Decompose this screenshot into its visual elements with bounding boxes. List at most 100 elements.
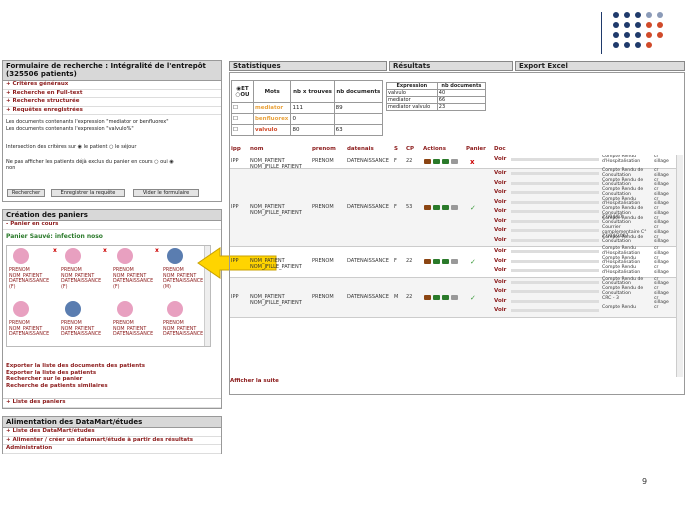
col-expression: Expression xyxy=(386,82,438,90)
doc-icon[interactable] xyxy=(424,294,431,300)
link-requetes[interactable]: + Requêtes enregistrées xyxy=(3,107,221,115)
current-basket-link[interactable]: - Panier en cours xyxy=(3,221,221,230)
patient-card[interactable]: PRENOM NOM_PATIENT DATENAISSANCE xyxy=(113,321,153,338)
patient-card[interactable]: PRENOM NOM_PATIENT DATENAISSANCE xyxy=(163,321,203,338)
remove-patient-icon[interactable]: x xyxy=(53,247,57,254)
basket-list-link[interactable]: + Liste des paniers xyxy=(3,398,221,408)
patient-card[interactable]: PRENOM NOM_PATIENT DATENAISSANCE (F) xyxy=(61,268,101,290)
link-structuree[interactable]: + Recherche structurée xyxy=(3,98,221,107)
patient-male-icon xyxy=(167,248,183,264)
patient-female-icon xyxy=(167,301,183,317)
save-query-button[interactable]: Enregistrer la requête xyxy=(51,189,125,197)
voir-link[interactable]: Voir xyxy=(494,279,506,285)
doc-icon[interactable] xyxy=(424,259,431,265)
edit-icon[interactable] xyxy=(433,259,440,265)
doc-source: cr xyxy=(654,305,659,310)
chart-icon[interactable] xyxy=(442,159,449,164)
search-button[interactable]: Rechercher xyxy=(7,189,45,197)
print-icon[interactable] xyxy=(451,259,458,265)
export-docs-link[interactable]: Exporter la liste des documents des pati… xyxy=(3,363,145,370)
results-scrollbar[interactable] xyxy=(676,155,683,377)
doc-icon[interactable] xyxy=(424,205,431,210)
edit-icon[interactable] xyxy=(433,159,440,164)
voir-link[interactable]: Voir xyxy=(494,248,506,254)
chart-icon[interactable] xyxy=(442,205,449,210)
voir-link[interactable]: Voir xyxy=(494,218,506,224)
doc-icon[interactable] xyxy=(424,159,431,164)
radio-sejour[interactable]: ○ xyxy=(109,144,113,150)
print-icon[interactable] xyxy=(451,205,458,210)
show-more-link[interactable]: Afficher la suite xyxy=(230,378,279,384)
tab-export-excel[interactable]: Export Excel xyxy=(515,61,685,71)
radio-non[interactable]: ◉ xyxy=(169,159,173,165)
clear-form-button[interactable]: Vider le formulaire xyxy=(133,189,199,197)
print-icon[interactable] xyxy=(451,159,458,164)
voir-link[interactable]: Voir xyxy=(494,189,506,195)
blurred-id xyxy=(511,172,599,175)
voir-link[interactable]: Voir xyxy=(494,227,506,233)
voir-link[interactable]: Voir xyxy=(494,180,506,186)
in-basket-icon[interactable]: ✓ xyxy=(470,258,476,266)
voir-link[interactable]: Voir xyxy=(494,208,506,214)
blurred-id xyxy=(511,191,599,194)
chart-icon[interactable] xyxy=(442,294,449,300)
patient-card[interactable]: PRENOM NOM_PATIENT DATENAISSANCE xyxy=(9,321,49,338)
table-row[interactable]: IPP NOM_PATIENT NOM_JFILLE_PATIENT PRENOM D… xyxy=(230,277,676,318)
patient-card[interactable]: PRENOM NOM_PATIENT DATENAISSANCE xyxy=(61,321,101,338)
table-row[interactable]: IPP NOM_PATIENT NOM_JFILLE_PATIENT PRENOM D… xyxy=(230,246,676,278)
blurred-id xyxy=(511,210,599,213)
link-criteres[interactable]: + Critères généraux xyxy=(3,81,221,90)
saved-basket-label: Panier Sauvé: infection noso xyxy=(6,232,103,240)
voir-link[interactable]: Voir xyxy=(494,156,506,162)
in-basket-icon[interactable]: ✓ xyxy=(470,204,476,212)
stat-checkbox[interactable]: ☐ xyxy=(231,102,254,114)
voir-link[interactable]: Voir xyxy=(494,258,506,264)
logo-dot xyxy=(646,22,652,28)
col-cp: CP xyxy=(406,146,415,152)
tab-statistiques[interactable]: Statistiques xyxy=(229,61,387,71)
patient-card[interactable]: PRENOM NOM_PATIENT DATENAISSANCE (F) xyxy=(113,268,153,290)
tab-resultats[interactable]: Résultats xyxy=(389,61,513,71)
stat-checkbox[interactable]: ☐ xyxy=(231,113,254,125)
voir-link[interactable]: Voir xyxy=(494,170,506,176)
basket-actions: Exporter la liste des documents des pati… xyxy=(3,363,145,389)
doc-type: Compte Rendu de Consultation xyxy=(602,234,644,244)
logo-dot xyxy=(657,32,663,38)
administration-link[interactable]: Administration xyxy=(3,445,221,454)
datamart-feed-link[interactable]: + Alimenter / créer un datamart/étude à … xyxy=(3,437,221,445)
basket-panel: Création des paniers - Panier en cours P… xyxy=(2,209,222,409)
similar-patients-link[interactable]: Recherche de patients similaires xyxy=(3,383,145,390)
link-fulltext[interactable]: + Recherche en Full-text xyxy=(3,90,221,98)
voir-link[interactable]: Voir xyxy=(494,267,506,273)
chart-icon[interactable] xyxy=(442,259,449,265)
radio-oui[interactable]: ○ xyxy=(154,159,158,165)
radio-patient[interactable]: ◉ xyxy=(78,144,82,150)
voir-link[interactable]: Voir xyxy=(494,307,506,313)
stats-table: ◉ET ○OU Mots nb x trouves nb documents ☐ medi… xyxy=(231,80,384,136)
doc-type: Compte Rendu xyxy=(602,305,637,310)
radio-ou[interactable]: ○OU xyxy=(233,92,252,98)
doc-source: cr sillage xyxy=(654,225,669,235)
datamart-list-link[interactable]: + Liste des DataMart/études xyxy=(3,428,221,437)
remove-patient-icon[interactable]: x xyxy=(155,247,159,254)
remove-patient-icon[interactable]: x xyxy=(103,247,107,254)
print-icon[interactable] xyxy=(451,294,458,300)
cell-nom: NOM_PATIENT NOM_JFILLE_PATIENT xyxy=(250,293,302,306)
voir-link[interactable]: Voir xyxy=(494,288,506,294)
voir-link[interactable]: Voir xyxy=(494,298,506,304)
edit-icon[interactable] xyxy=(433,205,440,210)
stat-nbd: 89 xyxy=(333,102,384,114)
logo-dot xyxy=(635,12,641,18)
in-basket-icon[interactable]: ✓ xyxy=(470,294,476,302)
logo-dot xyxy=(624,22,630,28)
edit-icon[interactable] xyxy=(433,294,440,300)
voir-link[interactable]: Voir xyxy=(494,237,506,243)
voir-link[interactable]: Voir xyxy=(494,199,506,205)
remove-basket-icon[interactable]: x xyxy=(470,158,475,166)
blurred-id xyxy=(511,309,599,312)
table-row[interactable]: IPP NOM_PATIENT NOM_JFILLE_PATIENT PRENOM D… xyxy=(230,168,676,247)
cell-cp: 22 xyxy=(406,258,413,265)
patient-card[interactable]: PRENOM NOM_PATIENT DATENAISSANCE (F) xyxy=(9,268,49,290)
table-row[interactable]: IPP NOM_PATIENT NOM_JFILLE_PATIENT PRENOM D… xyxy=(230,155,676,170)
stat-checkbox[interactable]: ☐ xyxy=(231,124,254,136)
